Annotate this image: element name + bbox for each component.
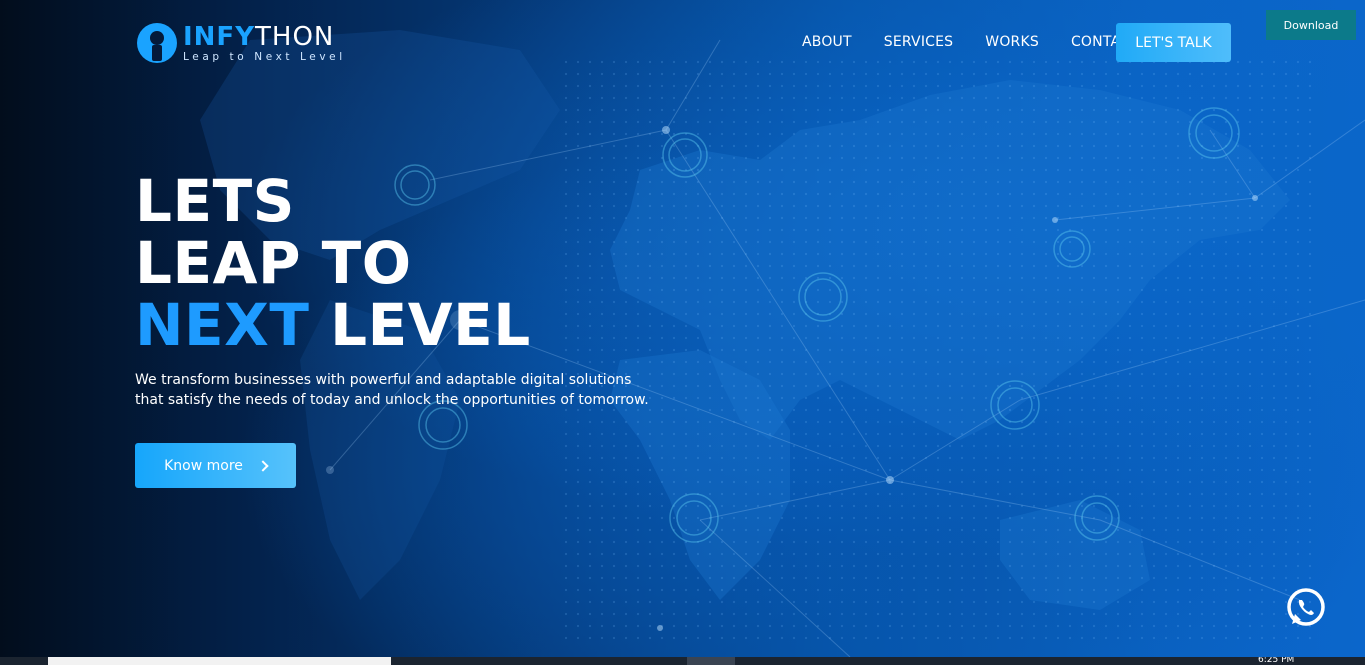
taskbar-search-box[interactable] <box>48 657 391 665</box>
brand-name-accent: INFY <box>183 21 256 52</box>
lets-talk-button[interactable]: LET'S TALK <box>1116 23 1231 62</box>
whatsapp-icon[interactable] <box>1285 586 1327 628</box>
infython-logo-icon <box>135 21 179 65</box>
taskbar-app-button[interactable] <box>687 657 735 665</box>
know-more-label: Know more <box>164 457 243 474</box>
headline-line-1: LETS <box>135 167 295 235</box>
hero-description: We transform businesses with powerful an… <box>135 370 655 410</box>
chevron-right-icon <box>257 459 269 472</box>
nav-services[interactable]: SERVICES <box>868 34 970 50</box>
headline-line-3-rest: LEVEL <box>330 291 531 359</box>
hero-description-line-2: that satisfy the needs of today and unlo… <box>135 392 649 408</box>
brand-tagline: Leap to Next Level <box>183 50 346 63</box>
nav-works[interactable]: WORKS <box>969 34 1055 50</box>
know-more-button[interactable]: Know more <box>135 443 296 488</box>
brand-name-rest: THON <box>255 21 335 52</box>
brand-name: INFYTHON <box>183 24 346 50</box>
nav-about[interactable]: ABOUT <box>786 34 868 50</box>
logo-text: INFYTHON Leap to Next Level <box>183 24 346 63</box>
headline-accent: NEXT <box>135 291 310 359</box>
download-button[interactable]: Download <box>1266 10 1356 40</box>
infython-logo[interactable]: INFYTHON Leap to Next Level <box>135 20 380 66</box>
hero-headline: LETS LEAP TO NEXT LEVEL <box>135 170 531 356</box>
headline-line-2: LEAP TO <box>135 229 412 297</box>
headline-line-3: NEXT LEVEL <box>135 294 531 356</box>
taskbar-clock: 6:25 PM <box>1258 657 1295 665</box>
main-nav: ABOUT SERVICES WORKS CONTACT <box>786 23 1155 61</box>
hero-description-line-1: We transform businesses with powerful an… <box>135 372 632 388</box>
